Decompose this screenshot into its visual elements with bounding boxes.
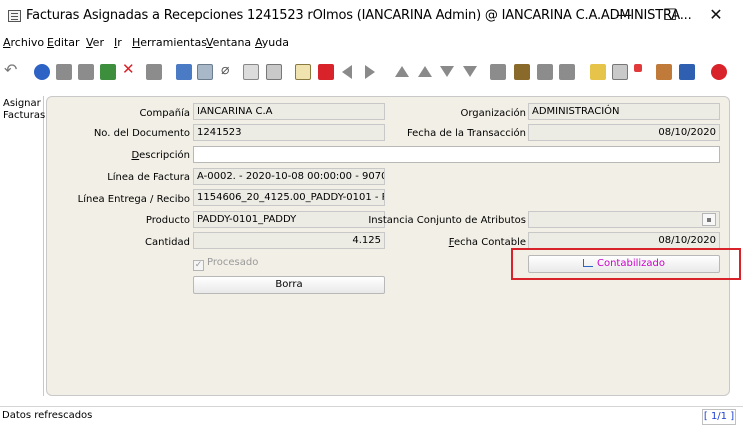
print-preview-icon[interactable] [537,64,553,80]
workflow-icon[interactable] [634,64,642,72]
organizacion-field[interactable]: ADMINISTRACIÓN [528,103,720,120]
refresh-icon[interactable] [176,64,192,80]
compania-label: Compañía [139,108,190,119]
history-icon[interactable] [295,64,311,80]
lookup-icon [707,218,711,222]
archive-icon[interactable] [514,64,530,80]
cantidad-field[interactable]: 4.125 [193,232,385,249]
record-indicator[interactable]: [ 1/1 ] [702,409,736,425]
exit-icon[interactable] [711,64,727,80]
grid-toggle-icon[interactable] [266,64,282,80]
instancia-lookup-button[interactable] [702,213,716,226]
close-window-button[interactable]: ✕ [693,0,739,30]
menu-ayuda[interactable]: Ayuda [255,36,289,49]
organizacion-label: Organización [460,108,526,119]
save-icon[interactable] [100,64,116,80]
producto-label: Producto [145,215,190,226]
linea-factura-label: Línea de Factura [107,172,190,183]
producto-field[interactable]: PADDY-0101_PADDY [193,211,385,228]
lock-icon[interactable] [590,64,606,80]
request-icon[interactable] [656,64,672,80]
fecha-transaccion-field[interactable]: 08/10/2020 [528,124,720,141]
report-icon[interactable] [490,64,506,80]
last-record-icon[interactable] [463,66,477,77]
delete-selection-icon[interactable] [146,64,162,80]
down-record-icon[interactable] [440,66,454,77]
menu-herramientas[interactable]: Herramientas [132,36,207,49]
product-info-icon[interactable] [679,64,695,80]
fecha-contable-label: Fecha Contable [448,237,526,248]
instancia-label: Instancia Conjunto de Atributos [368,215,526,226]
find-icon[interactable] [197,64,213,80]
checkmark-icon: ✓ [193,260,204,271]
delete-icon[interactable]: ✕ [122,60,138,78]
cantidad-label: Cantidad [145,237,190,248]
instancia-field[interactable] [528,211,720,228]
menu-ir[interactable]: Ir [114,36,122,49]
print-icon[interactable] [559,64,575,80]
next-record-icon[interactable] [365,65,375,79]
toolbar: ↶ ✕ ⌀ [0,54,743,90]
documento-field[interactable]: 1241523 [193,124,385,141]
linea-entrega-label: Línea Entrega / Recibo [77,194,190,205]
fecha-transaccion-label: Fecha de la Transacción [406,128,526,139]
maximize-button[interactable]: ☐ [647,0,693,30]
tab-label-line1: Asignar [3,98,41,109]
status-bar: Datos refrescados [ 1/1 ] [0,406,743,428]
zoom-across-icon[interactable] [612,64,628,80]
linea-factura-field[interactable]: A-0002. - 2020-10-08 00:00:00 - 90700.40… [193,168,385,185]
copy-record-icon[interactable] [78,64,94,80]
tab-asignar-facturas[interactable]: Asignar Facturas [3,98,45,122]
help-icon[interactable] [34,64,50,80]
first-record-icon[interactable] [395,66,409,77]
procesado-label: Procesado [207,257,259,268]
menu-archivo[interactable]: Archivo [3,36,44,49]
procesado-checkbox[interactable]: ✓ Procesado [193,257,258,271]
menu-editar[interactable]: Editar [47,36,80,49]
title-bar: Facturas Asignadas a Recepciones 1241523… [0,0,743,32]
window-app-icon [8,10,21,22]
attachment-icon[interactable]: ⌀ [221,61,237,77]
documento-label: No. del Documento [93,128,190,139]
compania-field[interactable]: IANCARINA C.A [193,103,385,120]
new-record-icon[interactable] [56,64,72,80]
chat-icon[interactable] [243,64,259,80]
up-record-icon[interactable] [418,66,432,77]
fecha-contable-field[interactable]: 08/10/2020 [528,232,720,249]
home-icon[interactable] [318,64,334,80]
window-title: Facturas Asignadas a Recepciones 1241523… [26,8,692,23]
menu-ver[interactable]: Ver [86,36,104,49]
menu-ventana[interactable]: Ventana [206,36,251,49]
previous-record-icon[interactable] [342,65,352,79]
annotation-highlight [511,248,741,280]
borra-button[interactable]: Borra [193,276,385,294]
undo-icon[interactable]: ↶ [4,60,20,79]
menu-bar: Archivo Editar Ver Ir Herramientas Venta… [0,33,743,53]
descripcion-label: Descripción [131,150,190,161]
minimize-button[interactable]: — [601,0,647,30]
linea-entrega-field[interactable]: 1154606_20_4125.00_PADDY-0101 - PADI [193,189,385,206]
tab-label-line2: Facturas [3,110,46,121]
status-message: Datos refrescados [2,410,93,421]
side-tab-list: Asignar Facturas [0,96,45,396]
descripcion-input[interactable] [193,146,720,163]
